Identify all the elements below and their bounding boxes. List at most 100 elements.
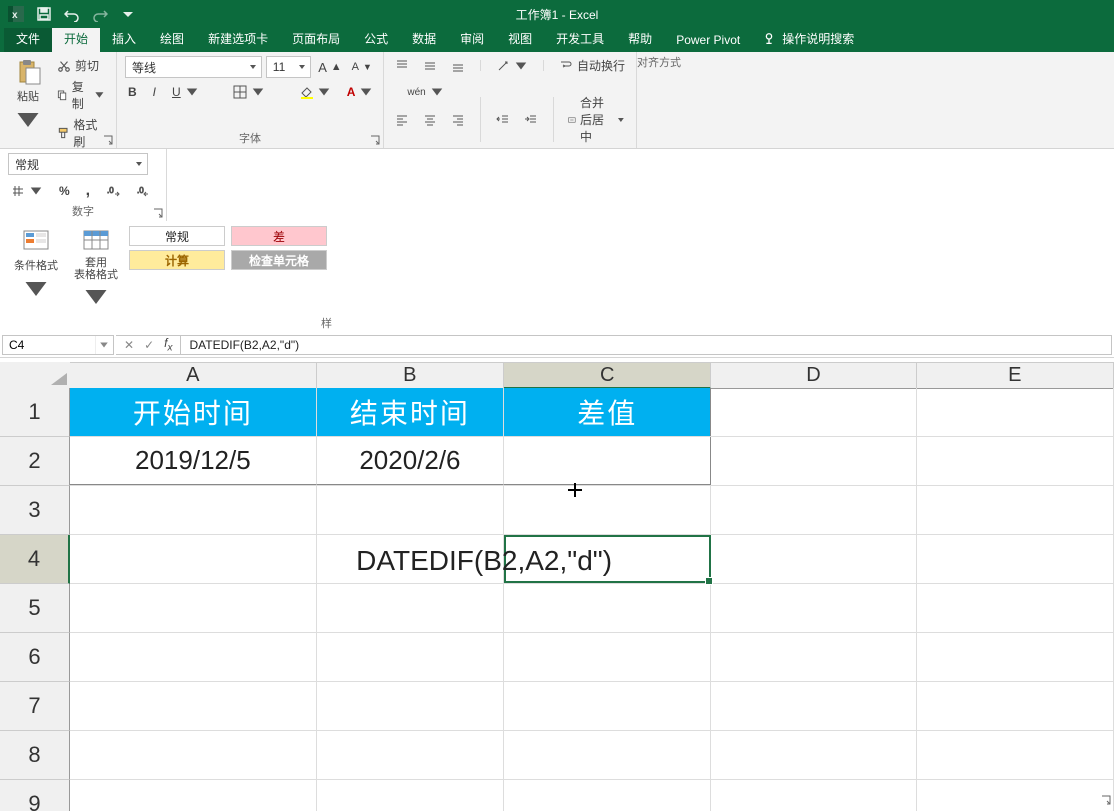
insert-function-icon[interactable]: fx: [164, 336, 172, 353]
redo-icon[interactable]: [92, 6, 108, 22]
align-top-icon[interactable]: [392, 58, 412, 74]
cell-C4[interactable]: DATEDIF(B2,A2,"d"): [504, 535, 711, 583]
conditional-format-button[interactable]: 条件格式: [8, 225, 64, 305]
cells-area[interactable]: 开始时间结束时间差值2019/12/52020/2/6DATEDIF(B2,A2…: [70, 388, 1114, 811]
borders-button[interactable]: [230, 84, 268, 100]
cell-C6[interactable]: [504, 633, 711, 681]
number-dialog-launcher-icon[interactable]: [152, 206, 164, 218]
fill-color-button[interactable]: [296, 84, 334, 100]
cell-C9[interactable]: [504, 780, 711, 811]
cell-E9[interactable]: [917, 780, 1114, 811]
clipboard-dialog-launcher-icon[interactable]: [102, 133, 114, 145]
name-box-dropdown-icon[interactable]: [95, 336, 112, 354]
cell-A5[interactable]: [70, 584, 317, 632]
accounting-format-icon[interactable]: [8, 183, 46, 199]
column-header-E[interactable]: E: [917, 363, 1114, 389]
enter-formula-icon[interactable]: ✓: [144, 338, 154, 352]
comma-icon[interactable]: ,: [83, 181, 93, 201]
font-color-button[interactable]: A: [344, 84, 377, 100]
tab-formula[interactable]: 公式: [352, 26, 400, 52]
fill-handle[interactable]: [705, 577, 713, 585]
cell-C5[interactable]: [504, 584, 711, 632]
cell-A1[interactable]: 开始时间: [70, 388, 317, 436]
cell-B4[interactable]: [317, 535, 504, 583]
select-all-corner[interactable]: [0, 362, 71, 389]
cell-D8[interactable]: [711, 731, 916, 779]
decrease-decimal-icon[interactable]: .0: [133, 183, 153, 199]
undo-icon[interactable]: [64, 6, 80, 22]
style-calc[interactable]: 计算: [129, 250, 225, 270]
font-name-select[interactable]: 等线: [125, 56, 262, 78]
font-size-select[interactable]: 11: [266, 56, 311, 78]
cell-D1[interactable]: [711, 388, 916, 436]
cell-D5[interactable]: [711, 584, 916, 632]
cell-A7[interactable]: [70, 682, 317, 730]
tab-pivot[interactable]: Power Pivot: [664, 29, 752, 52]
cell-D2[interactable]: [711, 437, 916, 485]
cell-D4[interactable]: [711, 535, 916, 583]
cell-B7[interactable]: [317, 682, 504, 730]
tab-help[interactable]: 帮助: [616, 26, 664, 52]
cell-C7[interactable]: [504, 682, 711, 730]
format-painter-button[interactable]: 格式刷: [54, 115, 108, 151]
column-header-A[interactable]: A: [70, 363, 317, 389]
cell-E2[interactable]: [917, 437, 1114, 485]
column-header-D[interactable]: D: [711, 363, 916, 389]
cell-E5[interactable]: [917, 584, 1114, 632]
spreadsheet-grid[interactable]: ABCDE 1234567891011 开始时间结束时间差值2019/12/52…: [0, 358, 1114, 811]
increase-decimal-icon[interactable]: .0: [103, 183, 123, 199]
formula-input[interactable]: DATEDIF(B2,A2,"d"): [181, 335, 1112, 355]
name-box-input[interactable]: [3, 338, 95, 352]
align-right-icon[interactable]: [448, 112, 468, 128]
cell-B8[interactable]: [317, 731, 504, 779]
wrap-text-button[interactable]: 自动换行: [556, 56, 628, 75]
cell-A3[interactable]: [70, 486, 317, 534]
cell-D9[interactable]: [711, 780, 916, 811]
increase-indent-icon[interactable]: [521, 112, 541, 128]
cell-E4[interactable]: [917, 535, 1114, 583]
tab-data[interactable]: 数据: [400, 26, 448, 52]
italic-button[interactable]: I: [150, 84, 159, 100]
orientation-icon[interactable]: [493, 58, 531, 74]
tell-me-search[interactable]: 操作说明搜索: [752, 26, 864, 52]
cell-A8[interactable]: [70, 731, 317, 779]
align-bottom-icon[interactable]: [448, 58, 468, 74]
format-as-table-button[interactable]: 套用 表格格式: [68, 225, 124, 313]
cell-D7[interactable]: [711, 682, 916, 730]
percent-icon[interactable]: %: [56, 183, 73, 199]
name-box[interactable]: [2, 335, 114, 355]
tab-layout[interactable]: 页面布局: [280, 26, 352, 52]
align-center-icon[interactable]: [420, 112, 440, 128]
increase-font-icon[interactable]: A▲: [315, 59, 344, 76]
row-header-4[interactable]: 4: [0, 535, 70, 584]
cell-A4[interactable]: [70, 535, 317, 583]
column-header-B[interactable]: B: [317, 363, 505, 389]
tab-view[interactable]: 视图: [496, 26, 544, 52]
tab-draw[interactable]: 绘图: [148, 26, 196, 52]
row-header-7[interactable]: 7: [0, 682, 70, 731]
cell-C1[interactable]: 差值: [504, 388, 711, 436]
tab-dev[interactable]: 开发工具: [544, 26, 616, 52]
underline-button[interactable]: U: [169, 84, 202, 100]
cell-B6[interactable]: [317, 633, 504, 681]
number-format-select[interactable]: 常规: [8, 153, 148, 175]
cancel-formula-icon[interactable]: ✕: [124, 338, 134, 352]
row-header-5[interactable]: 5: [0, 584, 70, 633]
row-header-8[interactable]: 8: [0, 731, 70, 780]
cell-C8[interactable]: [504, 731, 711, 779]
row-header-9[interactable]: 9: [0, 780, 70, 811]
paste-button[interactable]: 粘贴: [8, 56, 48, 136]
row-header-2[interactable]: 2: [0, 437, 70, 486]
column-header-C[interactable]: C: [504, 363, 711, 389]
merge-center-button[interactable]: 合并后居中: [565, 93, 628, 146]
row-header-1[interactable]: 1: [0, 388, 70, 437]
cut-button[interactable]: 剪切: [54, 56, 108, 75]
tab-review[interactable]: 审阅: [448, 26, 496, 52]
cell-E6[interactable]: [917, 633, 1114, 681]
tab-file[interactable]: 文件: [4, 26, 52, 52]
tab-home[interactable]: 开始: [52, 26, 100, 52]
cell-B1[interactable]: 结束时间: [317, 388, 504, 436]
tab-newtab[interactable]: 新建选项卡: [196, 26, 280, 52]
cell-E8[interactable]: [917, 731, 1114, 779]
cell-styles-gallery[interactable]: 常规 差 计算 检查单元格: [128, 225, 328, 271]
